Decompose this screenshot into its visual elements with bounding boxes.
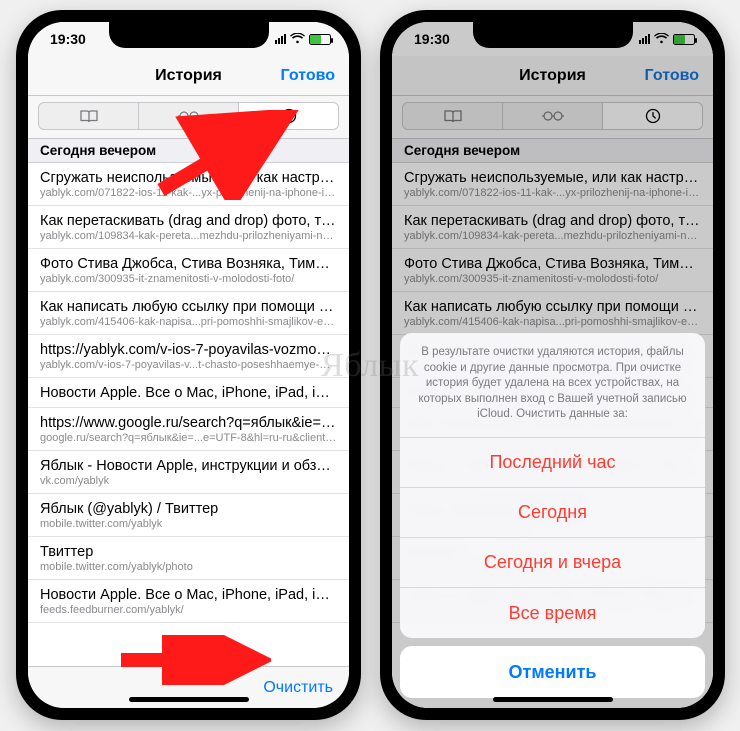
history-row-url: mobile.twitter.com/yablyk/photo [40,561,337,573]
history-row[interactable]: Яблык (@yablyk) / Твиттерmobile.twitter.… [28,494,349,537]
glasses-icon [178,110,200,122]
history-row[interactable]: Твиттерmobile.twitter.com/yablyk/photo [28,537,349,580]
navbar-title: История [155,67,222,85]
status-icons [275,32,331,47]
history-row-title: Как написать любую ссылку при помощи см.… [40,299,337,315]
history-row-title: Яблык - Новости Apple, инструкции и обзо… [40,458,337,474]
history-list[interactable]: Сгружать неиспользуемые, или как настрои… [28,163,349,666]
history-row[interactable]: Новости Apple. Все о Mac, iPhone, iPad, … [28,580,349,623]
history-row-url: yablyk.com/300935-it-znamenitosti-v-molo… [40,273,337,285]
action-sheet: В результате очистки удаляются история, … [400,333,705,698]
clock-icon [281,108,297,124]
option-today-yesterday[interactable]: Сегодня и вчера [400,538,705,588]
phone-left: 19:30 История Готово [16,10,361,720]
history-row[interactable]: https://yablyk.com/v-ios-7-poyavilas-voz… [28,335,349,378]
signal-icon [275,34,286,44]
done-button[interactable]: Готово [281,67,335,85]
segmented-control[interactable] [38,102,339,130]
history-row-url: yablyk.com/071822-ios-11-kak-...yx-prilo… [40,187,337,199]
history-row-title: https://www.google.ru/search?q=яблык&ie=… [40,415,337,431]
tab-bookmarks[interactable] [39,103,139,129]
history-row-url: yablyk.com/v-ios-7-poyavilas-v...t-chast… [40,359,337,371]
book-icon [79,109,99,124]
action-sheet-message: В результате очистки удаляются история, … [400,333,705,438]
history-row[interactable]: Фото Стива Джобса, Стива Возняка, Тима К… [28,249,349,292]
history-row-url: google.ru/search?q=яблык&ie=...e=UTF-8&h… [40,432,337,444]
history-row[interactable]: https://www.google.ru/search?q=яблык&ie=… [28,408,349,451]
history-row-title: Как перетаскивать (drag and drop) фото, … [40,213,337,229]
history-row[interactable]: Новости Apple. Все о Mac, iPhone, iPad, … [28,378,349,408]
segmented-bar [28,96,349,139]
tab-history[interactable] [239,103,338,129]
history-row-title: Яблык (@yablyk) / Твиттер [40,501,337,517]
home-indicator[interactable] [129,697,249,702]
history-row[interactable]: Сгружать неиспользуемые, или как настрои… [28,163,349,206]
history-row-url: vk.com/yablyk [40,475,337,487]
tab-reading-list[interactable] [139,103,239,129]
history-row-title: https://yablyk.com/v-ios-7-poyavilas-voz… [40,342,337,358]
screen-right: 19:30 История Готово [392,22,713,708]
navbar: История Готово [28,56,349,96]
history-row-url: yablyk.com/109834-kak-pereta...mezhdu-pr… [40,230,337,242]
clear-button[interactable]: Очистить [263,679,333,697]
history-row-url: mobile.twitter.com/yablyk [40,518,337,530]
home-indicator[interactable] [493,697,613,702]
battery-icon [309,34,331,45]
wifi-icon [290,32,305,47]
history-row-title: Фото Стива Джобса, Стива Возняка, Тима К… [40,256,337,272]
screen-left: 19:30 История Готово [28,22,349,708]
history-row[interactable]: Как перетаскивать (drag and drop) фото, … [28,206,349,249]
action-sheet-block: В результате очистки удаляются история, … [400,333,705,638]
notch [109,22,269,48]
history-row-title: Сгружать неиспользуемые, или как настрои… [40,170,337,186]
history-row[interactable]: Яблык - Новости Apple, инструкции и обзо… [28,451,349,494]
phone-right: 19:30 История Готово [380,10,725,720]
history-row[interactable]: Как написать любую ссылку при помощи см.… [28,292,349,335]
status-time: 19:30 [50,31,86,47]
cancel-button[interactable]: Отменить [400,646,705,698]
history-row-url: feeds.feedburner.com/yablyk/ [40,604,337,616]
history-row-title: Новости Apple. Все о Mac, iPhone, iPad, … [40,587,337,603]
option-all-time[interactable]: Все время [400,588,705,638]
option-last-hour[interactable]: Последний час [400,438,705,488]
option-today[interactable]: Сегодня [400,488,705,538]
history-row-title: Новости Apple. Все о Mac, iPhone, iPad, … [40,385,337,401]
history-row-title: Твиттер [40,544,337,560]
notch [473,22,633,48]
section-header: Сегодня вечером [28,139,349,163]
history-row-url: yablyk.com/415406-kak-napisa...pri-pomos… [40,316,337,328]
